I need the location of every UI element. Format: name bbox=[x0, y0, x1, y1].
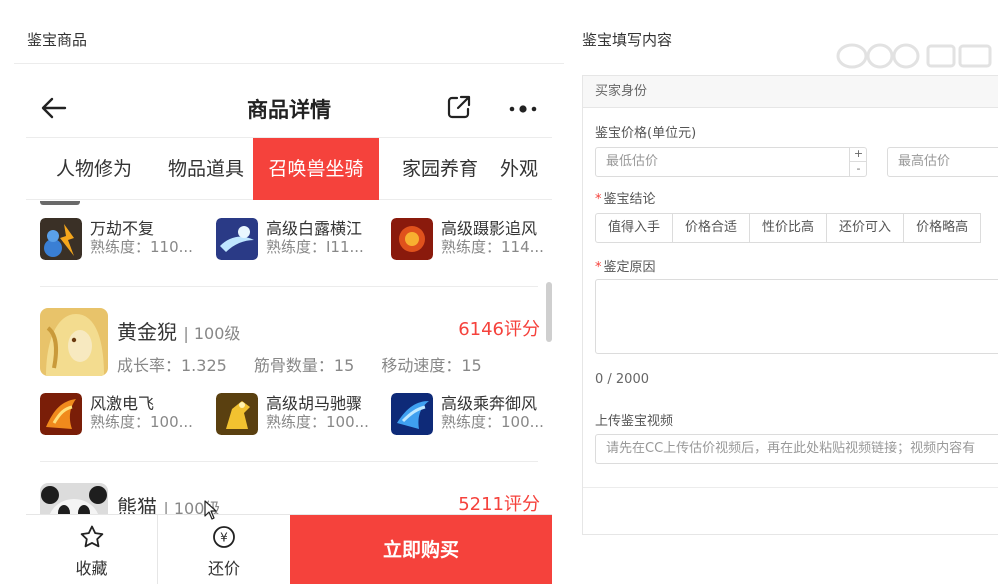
reason-textarea[interactable] bbox=[595, 279, 998, 354]
screen: 鉴宝商品 商品详情 人物修为 物品道具 召唤兽坐骑 家园养育 外观 万劫不复 熟… bbox=[0, 0, 998, 584]
category-tabs: 人物修为 物品道具 召唤兽坐骑 家园养育 外观 bbox=[26, 138, 552, 200]
stat-bones: 筋骨数量：15 bbox=[253, 356, 355, 375]
product-preview: 商品详情 人物修为 物品道具 召唤兽坐骑 家园养育 外观 万劫不复 熟练度：11… bbox=[26, 64, 552, 584]
divider bbox=[40, 286, 538, 287]
skill-icon bbox=[391, 218, 433, 260]
skill-proficiency: 熟练度：100... bbox=[266, 413, 369, 431]
option-worth-buying[interactable]: 值得入手 bbox=[595, 213, 674, 243]
conclusion-label: * 鉴宝结论 bbox=[595, 188, 656, 207]
skill-proficiency: 熟练度：100... bbox=[90, 413, 193, 431]
stat-growth: 成长率：1.325 bbox=[117, 356, 227, 375]
appraisal-panel-title: 鉴宝填写内容 bbox=[582, 31, 673, 49]
bottom-action-bar: 收藏 ¥ 还价 立即购买 bbox=[26, 514, 552, 584]
reason-char-count: 0 / 2000 bbox=[595, 372, 649, 387]
tab-character[interactable]: 人物修为 bbox=[44, 138, 144, 200]
skill-icon bbox=[40, 393, 82, 435]
tab-home[interactable]: 家园养育 bbox=[388, 138, 492, 200]
pet-name: 黄金猊 | 100级 bbox=[117, 316, 240, 345]
skill-item: 高级蹑影追风 熟练度：114... bbox=[391, 218, 552, 262]
skill-icon bbox=[40, 218, 82, 260]
min-price-input[interactable]: 最低估价 bbox=[595, 147, 867, 177]
skill-icon bbox=[216, 393, 258, 435]
favorite-button[interactable]: 收藏 bbox=[26, 515, 158, 584]
tab-appearance[interactable]: 外观 bbox=[494, 138, 544, 200]
skill-item: 万劫不复 熟练度：110... bbox=[40, 218, 205, 262]
mouse-cursor-icon bbox=[204, 500, 217, 520]
pet-avatar bbox=[40, 308, 108, 376]
skill-proficiency: 熟练度：114... bbox=[441, 238, 544, 256]
price-tag-icon: ¥ bbox=[213, 526, 235, 548]
section-buyer-identity: 买家身份 bbox=[583, 76, 998, 108]
option-good-value[interactable]: 性价比高 bbox=[749, 213, 828, 243]
bargain-label: 还价 bbox=[207, 559, 240, 578]
pet-score: 6146评分 bbox=[458, 319, 540, 340]
option-slightly-high[interactable]: 价格略高 bbox=[903, 213, 982, 243]
stat-speed: 移动速度：15 bbox=[381, 356, 482, 375]
pet-list[interactable]: 万劫不复 熟练度：110... 高级白露横江 熟练度：I11... 高级蹑影追风 bbox=[26, 201, 552, 514]
favorite-label: 收藏 bbox=[75, 559, 108, 578]
more-icon[interactable] bbox=[508, 104, 538, 114]
skill-proficiency: 熟练度：I11... bbox=[266, 238, 364, 256]
share-icon[interactable] bbox=[446, 94, 472, 120]
pet-avatar bbox=[40, 483, 108, 514]
stepper-minus[interactable]: - bbox=[850, 162, 867, 177]
price-tag-symbol: ¥ bbox=[220, 531, 228, 545]
pet-stats: 成长率：1.325 筋骨数量：15 移动速度：15 bbox=[117, 352, 504, 376]
nav-bar: 商品详情 bbox=[26, 64, 552, 138]
skill-item: 高级胡马驰骤 熟练度：100... bbox=[216, 393, 381, 437]
required-mark: * bbox=[595, 260, 602, 275]
skill-icon bbox=[216, 218, 258, 260]
reason-label-text: 鉴定原因 bbox=[603, 260, 656, 275]
buy-now-button[interactable]: 立即购买 bbox=[290, 515, 552, 584]
divider bbox=[583, 487, 998, 488]
page-title: 商品详情 bbox=[247, 98, 331, 122]
skill-item: 高级白露横江 熟练度：I11... bbox=[216, 218, 381, 262]
pet-name-text: 黄金猊 bbox=[117, 320, 177, 344]
reason-label: * 鉴定原因 bbox=[595, 256, 656, 275]
video-label: 上传鉴宝视频 bbox=[595, 414, 674, 429]
bargain-button[interactable]: ¥ 还价 bbox=[158, 515, 290, 584]
pet-score: 5211评分 bbox=[458, 494, 540, 514]
skill-proficiency: 熟练度：110... bbox=[90, 238, 193, 256]
product-panel-title: 鉴宝商品 bbox=[27, 31, 88, 49]
skill-item: 风激电飞 熟练度：100... bbox=[40, 393, 205, 437]
required-mark: * bbox=[595, 192, 602, 207]
option-buy-after-bargain[interactable]: 还价可入 bbox=[826, 213, 905, 243]
conclusion-label-text: 鉴宝结论 bbox=[603, 192, 656, 207]
product-panel-header: 鉴宝商品 bbox=[14, 0, 564, 64]
pet-level: | 100级 bbox=[183, 324, 241, 343]
option-fair-price[interactable]: 价格合适 bbox=[672, 213, 751, 243]
divider bbox=[40, 461, 538, 462]
conclusion-options: 值得入手 价格合适 性价比高 还价可入 价格略高 bbox=[595, 213, 982, 243]
list-scrollbar[interactable] bbox=[546, 282, 552, 342]
star-icon bbox=[80, 525, 103, 548]
tab-items[interactable]: 物品道具 bbox=[156, 138, 256, 200]
skill-proficiency: 熟练度：100... bbox=[441, 413, 544, 431]
stepper-plus[interactable]: + bbox=[850, 147, 867, 162]
video-link-input[interactable]: 请先在CC上传估价视频后，再在此处粘贴视频链接；视频内容有 bbox=[595, 434, 998, 464]
skill-icon bbox=[391, 393, 433, 435]
pet-name-text: 熊猫 bbox=[117, 495, 157, 514]
appraisal-form: 买家身份 鉴宝价格(单位元) 最低估价 + - 最高估价 * 鉴宝结论 值得入手 … bbox=[582, 75, 998, 535]
pet-avatar-partial bbox=[40, 201, 80, 205]
watermark-logo-icon bbox=[836, 43, 992, 69]
max-price-input[interactable]: 最高估价 bbox=[887, 147, 998, 177]
min-price-stepper[interactable]: + - bbox=[849, 147, 867, 177]
tab-pets-mounts[interactable]: 召唤兽坐骑 bbox=[253, 138, 379, 200]
price-label: 鉴宝价格(单位元) bbox=[595, 126, 697, 141]
skill-item: 高级乘奔御风 熟练度：100... bbox=[391, 393, 552, 437]
